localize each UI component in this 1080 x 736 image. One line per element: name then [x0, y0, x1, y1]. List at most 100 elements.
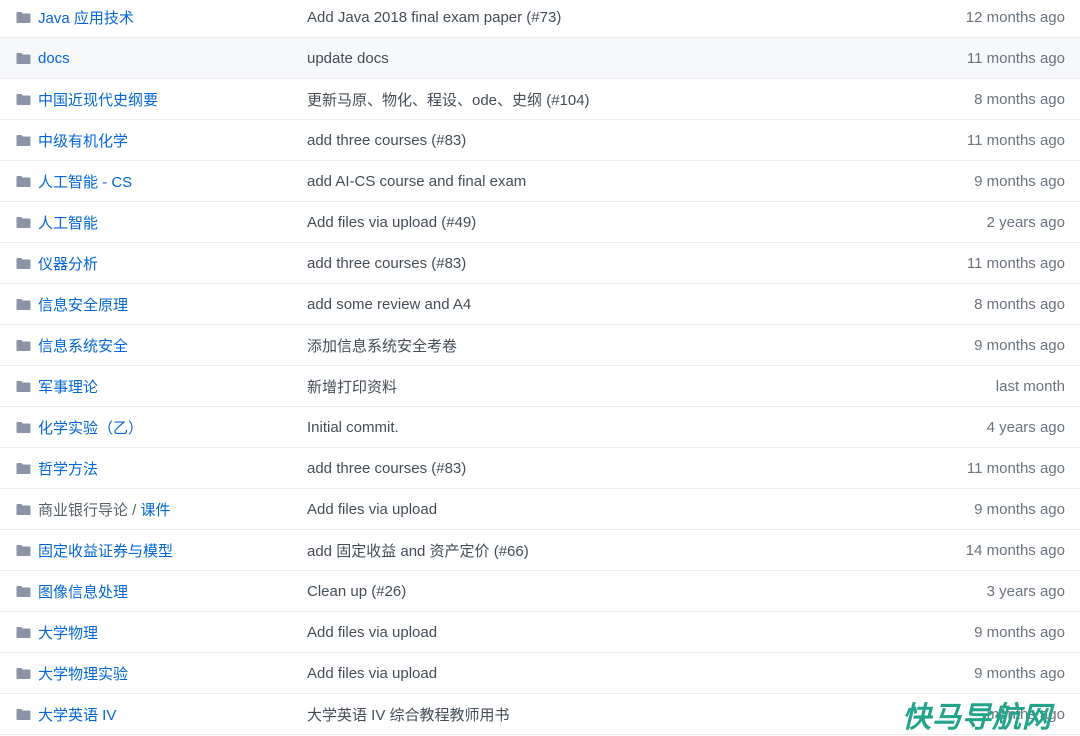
commit-age: 8 months ago: [974, 295, 1065, 313]
commit-message-link[interactable]: 更新马原、物化、程设、ode、史纲 (#104): [307, 89, 590, 110]
file-row[interactable]: 仪器分析 add three courses (#83) 11 months a…: [0, 243, 1080, 284]
folder-name-link[interactable]: 固定收益证券与模型: [38, 540, 173, 561]
folder-name[interactable]: 中国近现代史纲要: [38, 92, 158, 109]
folder-name-link[interactable]: 化学实验（乙）: [38, 417, 143, 438]
commit-message-link[interactable]: Add files via upload: [307, 665, 437, 682]
folder-name-link[interactable]: 大学英语 IV: [38, 704, 116, 725]
folder-name[interactable]: 信息安全原理: [38, 297, 128, 314]
commit-message-link[interactable]: Add files via upload: [307, 624, 437, 641]
folder-name[interactable]: 军事理论: [38, 379, 98, 396]
folder-name-link[interactable]: 图像信息处理: [38, 581, 128, 602]
folder-name-link[interactable]: 信息系统安全: [38, 335, 128, 356]
file-row[interactable]: 化学实验（乙） Initial commit. 4 years ago: [0, 407, 1080, 448]
commit-age: 12 months ago: [965, 8, 1065, 26]
file-row[interactable]: 人工智能 Add files via upload (#49) 2 years …: [0, 202, 1080, 243]
folder-name-link[interactable]: 哲学方法: [38, 458, 98, 479]
folder-name[interactable]: 化学实验（乙）: [38, 420, 143, 437]
folder-name[interactable]: 中级有机化学: [38, 133, 128, 150]
folder-name[interactable]: 人工智能 - CS: [38, 174, 132, 191]
file-row[interactable]: 信息系统安全 添加信息系统安全考卷 9 months ago: [0, 325, 1080, 366]
folder-name[interactable]: 人工智能: [38, 215, 98, 232]
folder-icon: [16, 340, 31, 351]
folder-icon: [16, 463, 31, 474]
folder-icon: [16, 422, 31, 433]
folder-name[interactable]: 大学物理实验: [38, 666, 128, 683]
commit-age: 14 months ago: [965, 541, 1065, 559]
commit-message-link[interactable]: add three courses (#83): [307, 460, 466, 477]
folder-icon: [16, 586, 31, 597]
file-row[interactable]: 固定收益证券与模型 add 固定收益 and 资产定价 (#66) 14 mon…: [0, 530, 1080, 571]
file-row[interactable]: 哲学方法 add three courses (#83) 11 months a…: [0, 448, 1080, 489]
folder-name-link[interactable]: 大学物理: [38, 622, 98, 643]
commit-message-link[interactable]: Add files via upload (#49): [307, 214, 476, 231]
folder-name[interactable]: 信息系统安全: [38, 338, 128, 355]
file-row[interactable]: 大学物理实验 Add files via upload 9 months ago: [0, 653, 1080, 694]
commit-age: 4 years ago: [986, 418, 1065, 436]
file-row[interactable]: 商业银行导论 / 课件 Add files via upload 9 month…: [0, 489, 1080, 530]
folder-name[interactable]: docs: [38, 50, 70, 67]
commit-age: last month: [995, 377, 1065, 395]
folder-name-link[interactable]: 军事理论: [38, 376, 98, 397]
folder-icon: [16, 135, 31, 146]
commit-age: 9 months ago: [974, 664, 1065, 682]
commit-age: 11 months ago: [966, 459, 1065, 477]
commit-message-link[interactable]: Add Java 2018 final exam paper (#73): [307, 9, 561, 26]
commit-message-link[interactable]: Add files via upload: [307, 501, 437, 518]
commit-message-link[interactable]: add three courses (#83): [307, 132, 466, 149]
file-row[interactable]: 中级有机化学 add three courses (#83) 11 months…: [0, 120, 1080, 161]
commit-age: 9 months ago: [974, 623, 1065, 641]
commit-message-link[interactable]: Initial commit.: [307, 419, 399, 436]
folder-icon: [16, 381, 31, 392]
folder-name[interactable]: 大学物理: [38, 625, 98, 642]
commit-message-link[interactable]: 添加信息系统安全考卷: [307, 335, 457, 356]
file-row[interactable]: 图像信息处理 Clean up (#26) 3 years ago: [0, 571, 1080, 612]
commit-age: 3 years ago: [986, 582, 1065, 600]
watermark-logo: 快马导航网: [902, 700, 1053, 734]
folder-name[interactable]: 大学英语 IV: [38, 707, 116, 724]
folder-name-link[interactable]: 人工智能 - CS: [38, 171, 132, 192]
commit-age: 11 months ago: [966, 49, 1065, 67]
commit-message-link[interactable]: Clean up (#26): [307, 583, 406, 600]
folder-icon: [16, 668, 31, 679]
file-row[interactable]: 大学物理 Add files via upload 9 months ago: [0, 612, 1080, 653]
folder-icon: [16, 53, 31, 64]
folder-name-link[interactable]: 商业银行导论 / 课件: [38, 499, 171, 520]
commit-message-link[interactable]: add some review and A4: [307, 296, 471, 313]
commit-age: 9 months ago: [974, 500, 1065, 518]
folder-icon: [16, 176, 31, 187]
parent-folder-link[interactable]: 商业银行导论 /: [38, 502, 141, 519]
folder-name-link[interactable]: 信息安全原理: [38, 294, 128, 315]
file-row[interactable]: docs update docs 11 months ago: [0, 38, 1080, 79]
folder-name[interactable]: Java 应用技术: [38, 10, 134, 27]
folder-name[interactable]: 图像信息处理: [38, 584, 128, 601]
commit-message-link[interactable]: add 固定收益 and 资产定价 (#66): [307, 540, 529, 561]
commit-message-link[interactable]: add three courses (#83): [307, 255, 466, 272]
folder-icon: [16, 545, 31, 556]
file-row[interactable]: 军事理论 新增打印资料 last month: [0, 366, 1080, 407]
folder-name-link[interactable]: Java 应用技术: [38, 7, 134, 28]
file-row[interactable]: Java 应用技术 Add Java 2018 final exam paper…: [0, 0, 1080, 38]
folder-name-link[interactable]: 中国近现代史纲要: [38, 89, 158, 110]
folder-name[interactable]: 课件: [141, 502, 171, 519]
folder-name[interactable]: 哲学方法: [38, 461, 98, 478]
folder-icon: [16, 504, 31, 515]
folder-icon: [16, 12, 31, 23]
commit-age: 2 years ago: [986, 213, 1065, 231]
commit-message-link[interactable]: 大学英语 IV 综合教程教师用书: [307, 704, 510, 725]
folder-icon: [16, 627, 31, 638]
commit-age: 9 months ago: [974, 172, 1065, 190]
folder-name[interactable]: 固定收益证券与模型: [38, 543, 173, 560]
folder-name-link[interactable]: 大学物理实验: [38, 663, 128, 684]
commit-message-link[interactable]: update docs: [307, 50, 389, 67]
commit-message-link[interactable]: 新增打印资料: [307, 376, 397, 397]
file-row[interactable]: 信息安全原理 add some review and A4 8 months a…: [0, 284, 1080, 325]
file-row[interactable]: 人工智能 - CS add AI-CS course and final exa…: [0, 161, 1080, 202]
folder-name-link[interactable]: docs: [38, 50, 70, 67]
folder-name-link[interactable]: 中级有机化学: [38, 130, 128, 151]
folder-name[interactable]: 仪器分析: [38, 256, 98, 273]
folder-icon: [16, 299, 31, 310]
folder-name-link[interactable]: 人工智能: [38, 212, 98, 233]
commit-message-link[interactable]: add AI-CS course and final exam: [307, 173, 526, 190]
file-row[interactable]: 中国近现代史纲要 更新马原、物化、程设、ode、史纲 (#104) 8 mont…: [0, 79, 1080, 120]
folder-name-link[interactable]: 仪器分析: [38, 253, 98, 274]
